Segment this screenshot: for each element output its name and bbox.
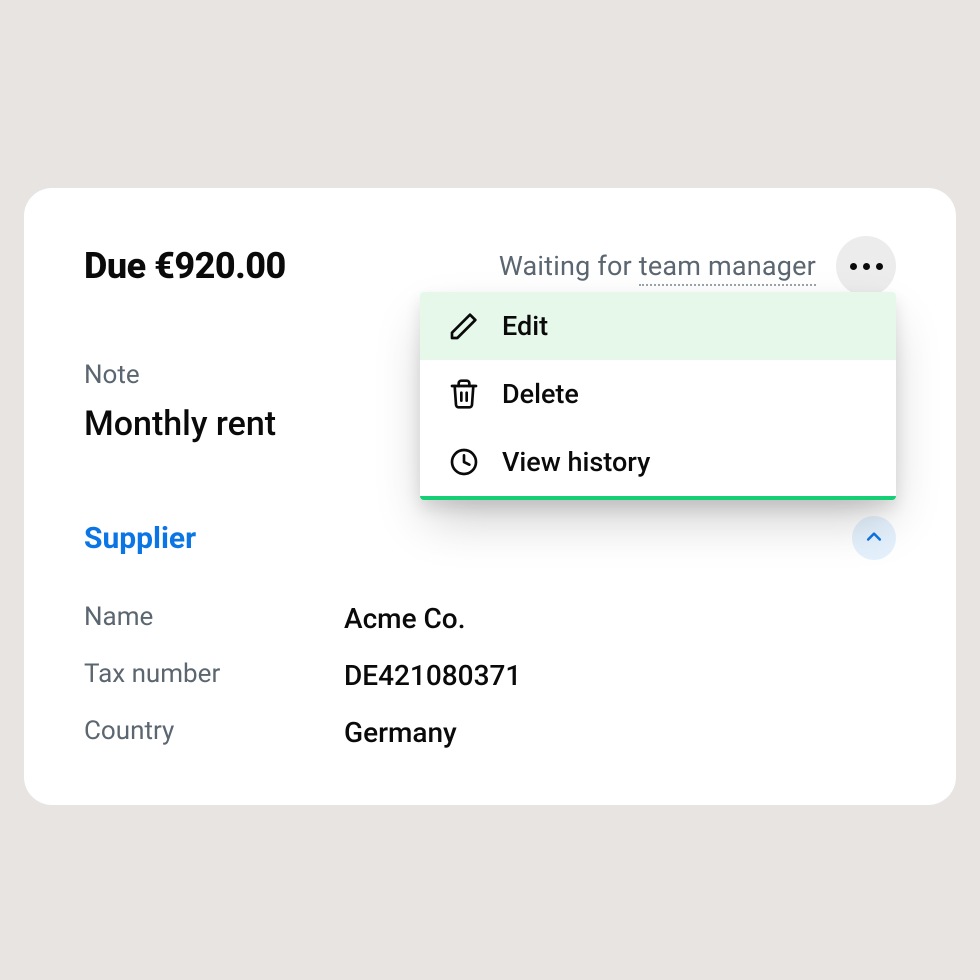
menu-item-view-history[interactable]: View history	[420, 428, 896, 496]
dots-icon	[850, 263, 857, 270]
invoice-card: Due €920.00 Waiting for team manager Not…	[24, 188, 956, 805]
pencil-icon	[448, 310, 480, 342]
field-value-country: Germany	[344, 716, 896, 749]
trash-icon	[448, 378, 480, 410]
status-wrap: Waiting for team manager	[499, 236, 896, 296]
field-value-name: Acme Co.	[344, 602, 896, 635]
status-role[interactable]: team manager	[639, 250, 816, 286]
menu-item-label: View history	[502, 446, 650, 478]
menu-item-label: Delete	[502, 378, 579, 410]
field-label-tax: Tax number	[84, 659, 344, 692]
due-amount: Due €920.00	[84, 245, 286, 287]
menu-item-delete[interactable]: Delete	[420, 360, 896, 428]
supplier-fields: Name Acme Co. Tax number DE421080371 Cou…	[84, 602, 896, 749]
chevron-up-icon	[864, 527, 884, 550]
more-options-button[interactable]	[836, 236, 896, 296]
context-menu: Edit Delete View history	[420, 292, 896, 500]
supplier-title[interactable]: Supplier	[84, 521, 196, 556]
collapse-button[interactable]	[852, 516, 896, 560]
supplier-section-header: Supplier	[84, 516, 896, 560]
field-label-country: Country	[84, 716, 344, 749]
menu-item-edit[interactable]: Edit	[420, 292, 896, 360]
status-prefix: Waiting for	[499, 250, 639, 282]
field-label-name: Name	[84, 602, 344, 635]
status-text: Waiting for team manager	[499, 250, 816, 282]
card-header: Due €920.00 Waiting for team manager	[84, 236, 896, 296]
clock-icon	[448, 446, 480, 478]
menu-item-label: Edit	[502, 310, 548, 342]
field-value-tax: DE421080371	[344, 659, 896, 692]
